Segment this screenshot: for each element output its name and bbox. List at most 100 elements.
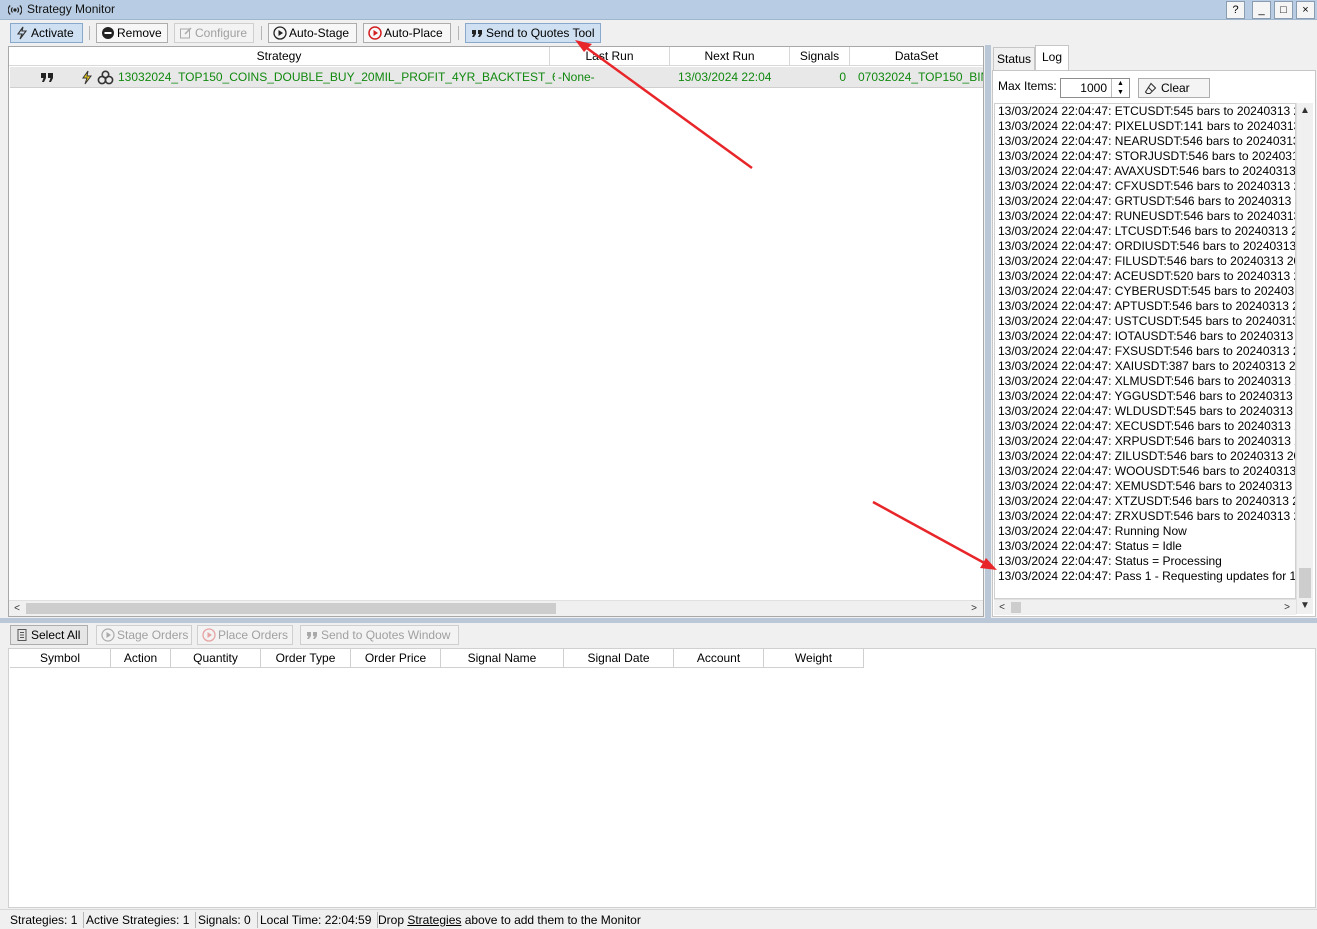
- status-active-strategies: Active Strategies: 1: [86, 912, 197, 928]
- clear-button[interactable]: Clear: [1138, 78, 1210, 98]
- dataset-value: 07032024_TOP150_BINAN: [858, 70, 983, 84]
- log-line: 13/03/2024 22:04:47: XLMUSDT:546 bars to…: [998, 374, 1295, 388]
- eraser-icon: [1144, 82, 1157, 95]
- next-run-value: 13/03/2024 22:04: [678, 70, 772, 84]
- scroll-left-icon[interactable]: <: [994, 600, 1010, 615]
- toolbar-separator: [458, 26, 459, 40]
- log-vscrollbar[interactable]: ▲ ▼: [1296, 103, 1313, 614]
- max-items-label: Max Items:: [998, 79, 1057, 93]
- drop-prefix: Drop: [378, 913, 408, 927]
- log-line: 13/03/2024 22:04:47: LTCUSDT:546 bars to…: [998, 224, 1295, 238]
- log-line: 13/03/2024 22:04:47: USTCUSDT:545 bars t…: [998, 314, 1295, 328]
- lightning-icon: [82, 70, 92, 85]
- auto-stage-button[interactable]: Auto-Stage: [268, 23, 357, 43]
- maximize-button[interactable]: □: [1274, 1, 1293, 19]
- play-circle-red-icon: [202, 628, 216, 642]
- col-symbol[interactable]: Symbol: [10, 649, 111, 668]
- log-line: 13/03/2024 22:04:47: XEMUSDT:546 bars to…: [998, 479, 1295, 493]
- strategy-grid: Strategy Last Run Next Run Signals DataS…: [8, 46, 984, 617]
- main-toolbar: Activate Remove Configure Auto-Stage Aut…: [0, 21, 1317, 45]
- auto-place-label: Auto-Place: [384, 26, 443, 40]
- log-line: 13/03/2024 22:04:47: IOTAUSDT:546 bars t…: [998, 329, 1295, 343]
- max-items-spinner[interactable]: ▲ ▼: [1111, 79, 1129, 97]
- tab-log[interactable]: Log: [1035, 45, 1069, 71]
- last-run-value: -None-: [558, 70, 595, 84]
- help-button[interactable]: ?: [1226, 1, 1245, 19]
- strategies-link[interactable]: Strategies: [407, 913, 461, 927]
- window-title: Strategy Monitor: [27, 2, 116, 16]
- scroll-right-icon[interactable]: >: [966, 601, 982, 616]
- col-signals[interactable]: Signals: [790, 47, 850, 66]
- scroll-thumb[interactable]: [1299, 568, 1311, 598]
- log-line: 13/03/2024 22:04:47: CFXUSDT:546 bars to…: [998, 179, 1295, 193]
- col-last-run[interactable]: Last Run: [550, 47, 670, 66]
- scroll-thumb[interactable]: [1011, 602, 1021, 613]
- log-line: 13/03/2024 22:04:47: CYBERUSDT:545 bars …: [998, 284, 1295, 298]
- send-to-quotes-tool-button[interactable]: Send to Quotes Tool: [465, 23, 601, 43]
- col-quantity[interactable]: Quantity: [171, 649, 261, 668]
- stage-orders-button[interactable]: Stage Orders: [96, 625, 192, 645]
- auto-stage-label: Auto-Stage: [289, 26, 350, 40]
- col-strategy[interactable]: Strategy: [9, 47, 550, 66]
- strategy-hscrollbar[interactable]: < >: [9, 600, 983, 616]
- log-line: 13/03/2024 22:04:47: XAIUSDT:387 bars to…: [998, 359, 1295, 373]
- minimize-button[interactable]: _: [1252, 1, 1271, 19]
- col-signal-name[interactable]: Signal Name: [441, 649, 564, 668]
- scroll-right-icon[interactable]: >: [1279, 600, 1295, 615]
- log-line: 13/03/2024 22:04:47: ORDIUSDT:546 bars t…: [998, 239, 1295, 253]
- log-line: 13/03/2024 22:04:47: ETCUSDT:545 bars to…: [998, 104, 1295, 118]
- strategy-row[interactable]: 13032024_TOP150_COINS_DOUBLE_BUY_20MIL_P…: [10, 67, 983, 88]
- activate-button[interactable]: Activate: [10, 23, 83, 43]
- col-signal-date[interactable]: Signal Date: [564, 649, 674, 668]
- send-to-quotes-window-label: Send to Quotes Window: [321, 628, 451, 642]
- scroll-up-icon[interactable]: ▲: [1297, 103, 1313, 118]
- col-dataset[interactable]: DataSet: [850, 47, 983, 66]
- log-hscrollbar[interactable]: < >: [994, 599, 1296, 615]
- broadcast-icon: [8, 5, 22, 15]
- scroll-thumb[interactable]: [26, 603, 556, 614]
- select-all-button[interactable]: Select All: [10, 625, 88, 645]
- toolbar-separator: [261, 26, 262, 40]
- status-signals: Signals: 0: [198, 912, 258, 928]
- play-circle-red-icon: [368, 26, 382, 40]
- close-button[interactable]: ×: [1296, 1, 1315, 19]
- configure-button[interactable]: Configure: [174, 23, 254, 43]
- remove-button[interactable]: Remove: [96, 23, 168, 43]
- col-weight[interactable]: Weight: [764, 649, 864, 668]
- quote-icon: [307, 632, 317, 639]
- log-line: 13/03/2024 22:04:47: YGGUSDT:546 bars to…: [998, 389, 1295, 403]
- scroll-left-icon[interactable]: <: [9, 601, 25, 616]
- col-order-type[interactable]: Order Type: [261, 649, 351, 668]
- strategy-name: 13032024_TOP150_COINS_DOUBLE_BUY_20MIL_P…: [118, 70, 555, 84]
- auto-place-button[interactable]: Auto-Place: [363, 23, 451, 43]
- title-bar: Strategy Monitor ? _ □ ×: [0, 0, 1317, 20]
- col-next-run[interactable]: Next Run: [670, 47, 790, 66]
- col-account[interactable]: Account: [674, 649, 764, 668]
- log-line: 13/03/2024 22:04:47: GRTUSDT:546 bars to…: [998, 194, 1295, 208]
- log-line: 13/03/2024 22:04:47: RUNEUSDT:546 bars t…: [998, 209, 1295, 223]
- log-line: 13/03/2024 22:04:47: ZRXUSDT:546 bars to…: [998, 509, 1295, 523]
- send-to-quotes-window-button[interactable]: Send to Quotes Window: [300, 625, 459, 645]
- spin-up-icon[interactable]: ▲: [1112, 79, 1129, 88]
- scroll-down-icon[interactable]: ▼: [1297, 598, 1313, 613]
- log-line: 13/03/2024 22:04:47: Running Now: [998, 524, 1187, 538]
- tab-status[interactable]: Status: [993, 47, 1035, 71]
- select-all-label: Select All: [31, 628, 81, 642]
- play-circle-icon: [273, 26, 287, 40]
- log-line: 13/03/2024 22:04:47: STORJUSDT:546 bars …: [998, 149, 1295, 163]
- col-action[interactable]: Action: [111, 649, 171, 668]
- log-line: 13/03/2024 22:04:47: Pass 1 - Requesting…: [998, 569, 1295, 583]
- col-order-price[interactable]: Order Price: [351, 649, 441, 668]
- place-orders-label: Place Orders: [218, 628, 289, 642]
- orders-grid: Symbol Action Quantity Order Type Order …: [8, 648, 1316, 908]
- log-line: 13/03/2024 22:04:47: ACEUSDT:520 bars to…: [998, 269, 1295, 283]
- spin-down-icon[interactable]: ▼: [1112, 88, 1129, 97]
- log-list[interactable]: 13/03/2024 22:04:47: ETCUSDT:545 bars to…: [994, 103, 1296, 599]
- status-strategies: Strategies: 1: [10, 912, 85, 928]
- log-pane: Status Log Max Items: 1000 ▲ ▼ Clear 13/…: [991, 45, 1317, 618]
- place-orders-button[interactable]: Place Orders: [197, 625, 293, 645]
- remove-icon: [102, 27, 114, 39]
- activate-label: Activate: [31, 26, 74, 40]
- log-line: 13/03/2024 22:04:47: XRPUSDT:546 bars to…: [998, 434, 1295, 448]
- log-line: 13/03/2024 22:04:47: NEARUSDT:546 bars t…: [998, 134, 1295, 148]
